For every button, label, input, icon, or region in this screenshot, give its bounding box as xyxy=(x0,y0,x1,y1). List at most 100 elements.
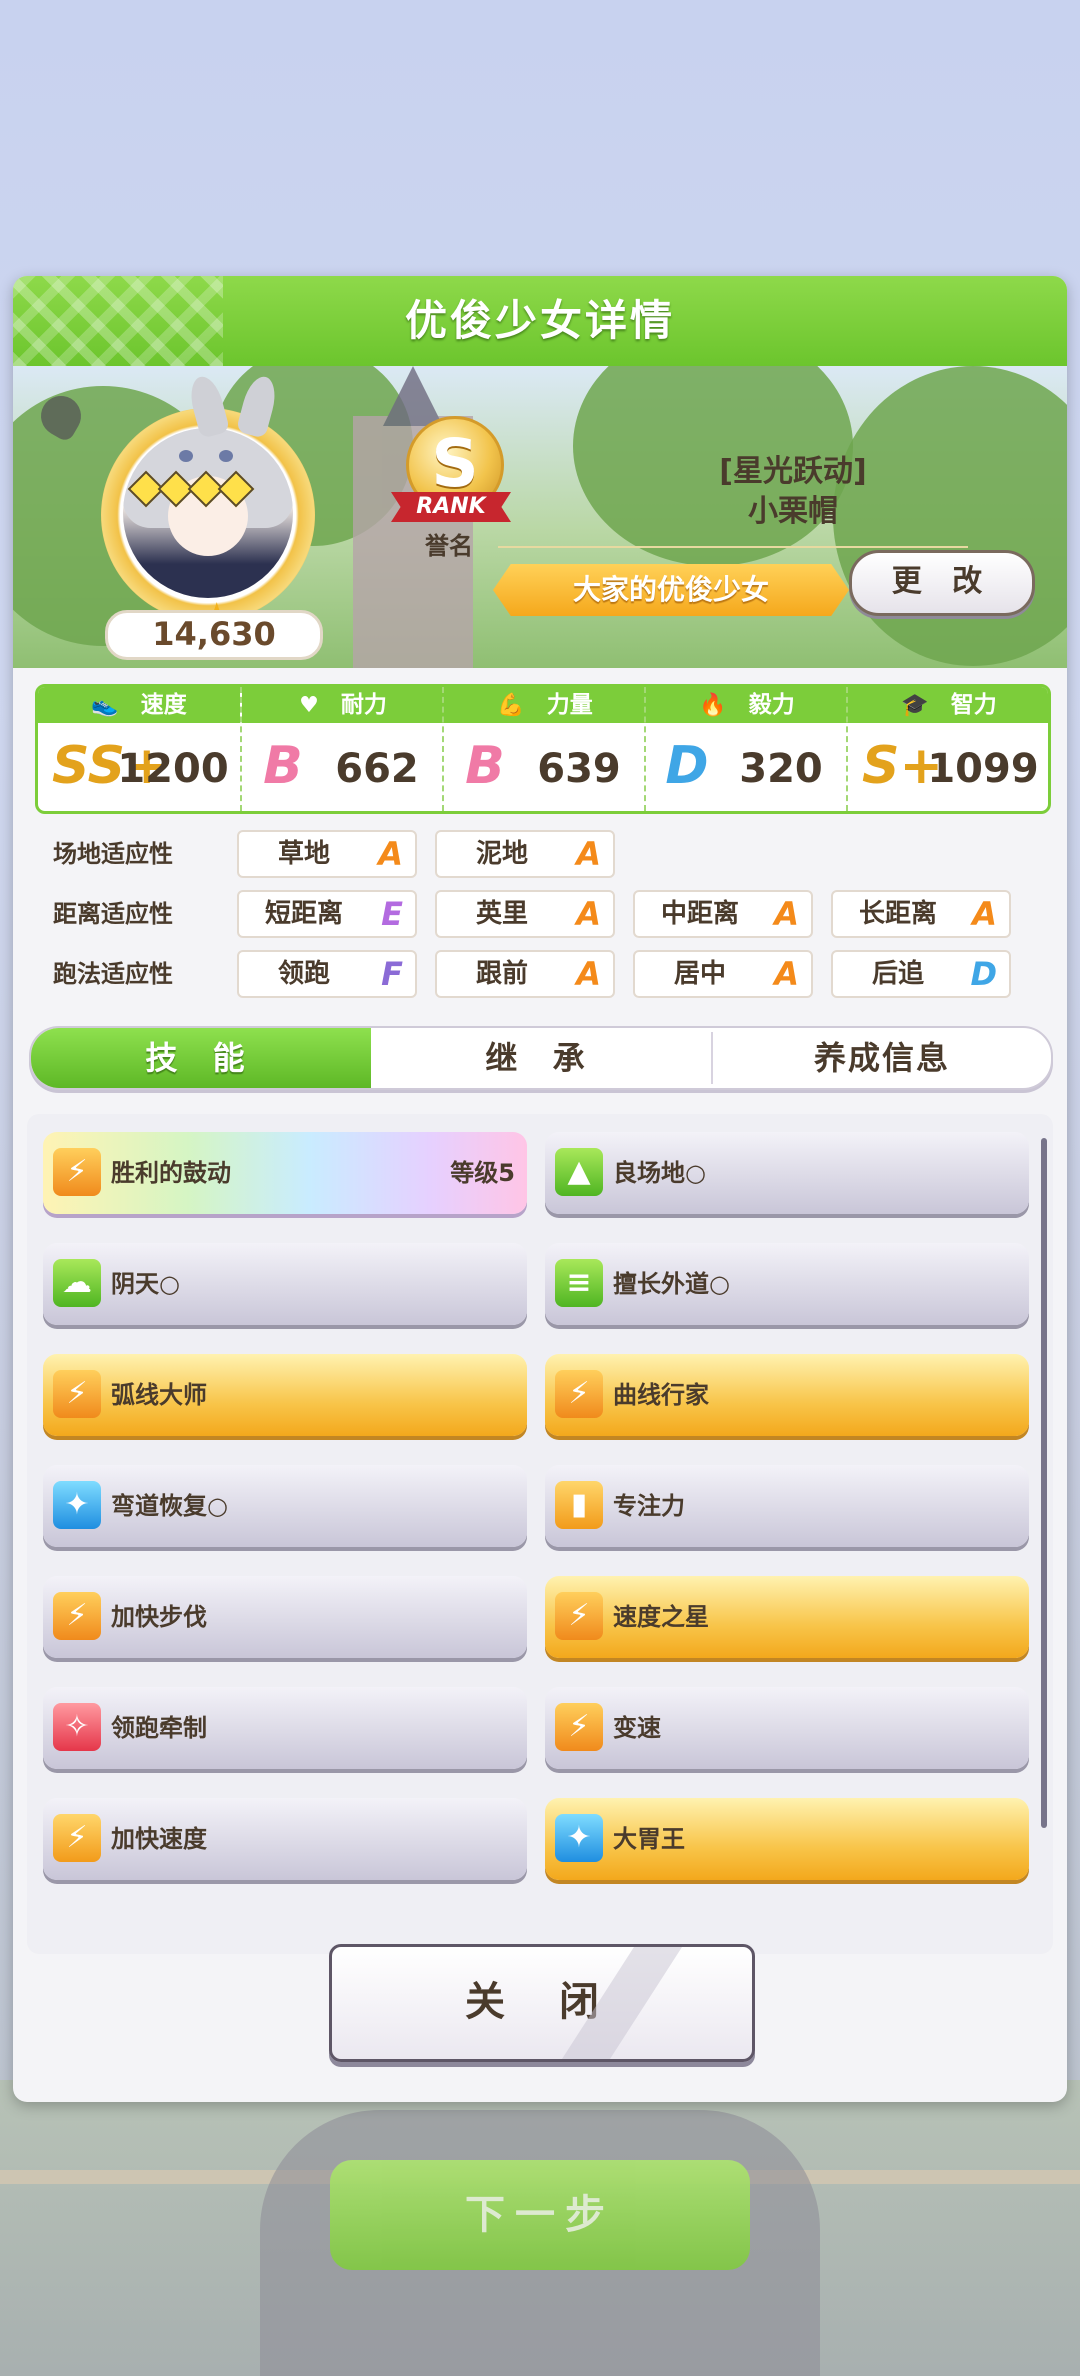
muscle-icon: 💪 xyxy=(497,693,525,718)
aptitude-cell: 长距离 A xyxy=(831,890,1011,938)
close-button[interactable]: 关 闭 xyxy=(329,1944,755,2062)
change-epithet-button[interactable]: 更 改 xyxy=(849,550,1035,616)
aptitude-grade: A xyxy=(576,835,601,873)
aptitude-grade: A xyxy=(576,955,601,993)
stat-value: 320 xyxy=(739,746,823,792)
aptitude-name: 长距离 xyxy=(858,899,937,929)
profile-banner: ★ 14,630 S RANK 誉名 [星光跃动] 小栗帽 大家的优俊少女 更 … xyxy=(13,366,1067,668)
skill-name: 弧线大师 xyxy=(111,1381,207,1409)
aptitude-cell: 泥地 A xyxy=(435,830,615,878)
stat-stamina: ♥ 耐力 B 662 xyxy=(240,687,444,811)
acceleration-skill-icon: ⚡ xyxy=(53,1814,101,1862)
skill-card[interactable]: ✧ 领跑牵制 xyxy=(43,1687,527,1769)
tab-training-info[interactable]: 养成信息 xyxy=(713,1028,1051,1088)
stat-header: 👟 速度 xyxy=(38,687,240,723)
aptitude-label: 跑法适应性 xyxy=(53,960,173,988)
stat-wisdom: 🎓 智力 S+ 1099 xyxy=(846,687,1048,811)
stat-value: 1200 xyxy=(117,746,229,792)
graduation-cap-icon: 🎓 xyxy=(901,693,929,718)
stat-label: 毅力 xyxy=(748,692,795,718)
tab-skills[interactable]: 技 能 xyxy=(31,1028,371,1088)
speed-skill-icon: ⚡ xyxy=(53,1148,101,1196)
aptitude-grade: D xyxy=(970,955,997,993)
skill-card[interactable]: ⚡ 速度之星 xyxy=(545,1576,1029,1658)
terrain-skill-icon: ▲ xyxy=(555,1148,603,1196)
epithet-label: 誉名 xyxy=(425,532,473,560)
skill-card[interactable]: ⚡ 变速 xyxy=(545,1687,1029,1769)
gate-skill-icon: ▮ xyxy=(555,1481,603,1529)
skill-card[interactable]: ✦ 大胃王 xyxy=(545,1798,1029,1880)
skill-name: 弯道恢复○ xyxy=(111,1492,228,1520)
skill-name: 领跑牵制 xyxy=(111,1714,207,1742)
avatar-eye-left xyxy=(179,450,193,462)
skill-name: 胜利的鼓动 xyxy=(111,1159,231,1187)
aptitude-grade: A xyxy=(378,835,403,873)
aptitude-label: 距离适应性 xyxy=(53,900,173,928)
avatar[interactable] xyxy=(123,428,293,598)
outfit-name: [星光跃动] 小栗帽 xyxy=(693,452,893,532)
skill-card[interactable]: ⚡ 胜利的鼓动 等级5 xyxy=(43,1132,527,1214)
stat-value: 662 xyxy=(335,746,419,792)
skill-card[interactable]: ⚡ 加快速度 xyxy=(43,1798,527,1880)
dialog-title: 优俊少女详情 xyxy=(404,296,675,345)
flame-icon: 🔥 xyxy=(699,693,727,718)
skill-name: 大胃王 xyxy=(613,1825,685,1853)
stat-label: 力量 xyxy=(546,692,593,718)
epithet-banner: 大家的优俊少女 xyxy=(493,564,849,616)
skill-name: 专注力 xyxy=(613,1492,685,1520)
stat-grade: B xyxy=(465,736,505,796)
aptitude-cell: 跟前 A xyxy=(435,950,615,998)
stat-grade: S+ xyxy=(862,736,944,796)
speed-skill-icon: ⚡ xyxy=(555,1703,603,1751)
skill-card[interactable]: ⚡ 曲线行家 xyxy=(545,1354,1029,1436)
fan-count: 14,630 xyxy=(105,610,323,660)
stat-grade: B xyxy=(263,736,303,796)
next-button-dimmed: 下一步 xyxy=(330,2160,750,2270)
heart-icon: ♥ xyxy=(299,693,319,718)
skill-card[interactable]: ▲ 良场地○ xyxy=(545,1132,1029,1214)
detail-tabs: 技 能 继 承 养成信息 xyxy=(29,1026,1053,1090)
skill-name: 变速 xyxy=(613,1714,661,1742)
skill-level: 等级5 xyxy=(450,1159,515,1187)
aptitude-name: 中距离 xyxy=(660,899,739,929)
aptitude-grade: F xyxy=(381,955,403,993)
stat-value: 1099 xyxy=(927,746,1039,792)
aptitude-name: 领跑 xyxy=(277,959,330,989)
skill-card[interactable]: ⚡ 弧线大师 xyxy=(43,1354,527,1436)
tiara-icon xyxy=(127,470,273,508)
weather-skill-icon: ☁ xyxy=(53,1259,101,1307)
skill-list: ⚡ 胜利的鼓动 等级5 ▲ 良场地○ ☁ 阴天○ ≡ 擅长外道○ ⚡ 弧线大师 ⚡ 曲线行家 … xyxy=(27,1114,1053,1954)
skill-card[interactable]: ⚡ 加快步伐 xyxy=(43,1576,527,1658)
stat-speed: 👟 速度 SS+ 1200 xyxy=(38,687,240,811)
debuff-skill-icon: ✧ xyxy=(53,1703,101,1751)
stat-guts: 🔥 毅力 D 320 xyxy=(644,687,848,811)
rank-ribbon: RANK xyxy=(391,492,511,522)
skill-card[interactable]: ▮ 专注力 xyxy=(545,1465,1029,1547)
stat-label: 速度 xyxy=(140,692,187,718)
skill-name: 擅长外道○ xyxy=(613,1270,730,1298)
aptitude-cell: 短距离 E xyxy=(237,890,417,938)
aptitude-name: 短距离 xyxy=(264,899,343,929)
speed-skill-icon: ⚡ xyxy=(555,1592,603,1640)
aptitude-cell: 草地 A xyxy=(237,830,417,878)
character-name: 小栗帽 xyxy=(748,494,838,529)
skill-name: 加快步伐 xyxy=(111,1603,207,1631)
skill-name: 速度之星 xyxy=(613,1603,709,1631)
skill-card[interactable]: ☁ 阴天○ xyxy=(43,1243,527,1325)
aptitude-name: 泥地 xyxy=(475,839,528,869)
stat-header: 💪 力量 xyxy=(444,687,646,723)
skill-name: 阴天○ xyxy=(111,1270,180,1298)
recovery-skill-icon: ✦ xyxy=(555,1814,603,1862)
skill-card[interactable]: ≡ 擅长外道○ xyxy=(545,1243,1029,1325)
recovery-skill-icon: ✦ xyxy=(53,1481,101,1529)
skill-name: 加快速度 xyxy=(111,1825,207,1853)
speed-skill-icon: ⚡ xyxy=(53,1370,101,1418)
aptitude-name: 英里 xyxy=(475,899,528,929)
skill-card[interactable]: ✦ 弯道恢复○ xyxy=(43,1465,527,1547)
aptitude-grade: A xyxy=(972,895,997,933)
aptitude-name: 草地 xyxy=(277,839,330,869)
skill-list-scrollbar[interactable] xyxy=(1041,1138,1047,1828)
tab-inheritance[interactable]: 继 承 xyxy=(371,1028,711,1088)
aptitude-name: 后追 xyxy=(871,959,924,989)
skill-name: 曲线行家 xyxy=(613,1381,709,1409)
